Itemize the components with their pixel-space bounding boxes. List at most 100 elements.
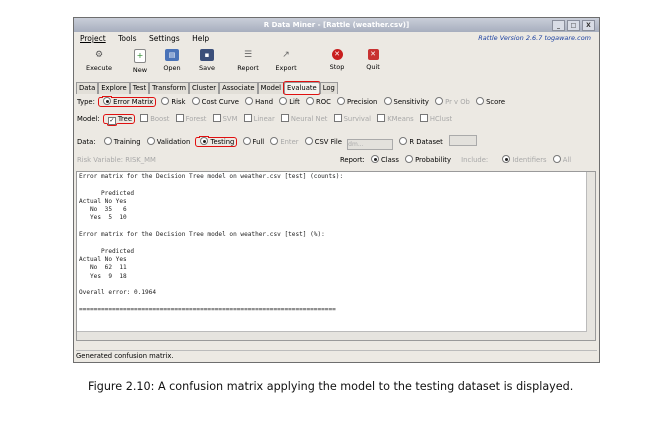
model-option-label: HClust: [429, 115, 453, 123]
data-label: Data:: [77, 138, 96, 146]
maximize-button[interactable]: □: [567, 20, 580, 31]
export-button[interactable]: ↗ Export: [270, 47, 302, 72]
data-validation-radio[interactable]: [146, 137, 155, 145]
include-option-label: All: [562, 156, 572, 164]
horizontal-scrollbar[interactable]: [77, 331, 587, 340]
menu-settings[interactable]: Settings: [149, 34, 180, 43]
stop-icon: ✕: [331, 49, 343, 60]
report-button[interactable]: ☰ Report: [232, 47, 264, 72]
new-button[interactable]: + New: [128, 47, 152, 74]
model-row: Model: ✓ Tree Boost Forest SVM Linear Neu…: [77, 114, 452, 125]
type-cost-curve-radio[interactable]: [191, 97, 200, 105]
title-bar: R Data Miner - [Rattle (weather.csv)] _ …: [74, 18, 599, 32]
data-option-label: CSV File: [314, 138, 342, 146]
quit-button[interactable]: ✕ Quit: [360, 47, 386, 71]
status-bar: Generated confusion matrix.: [76, 350, 597, 362]
model-option-label: Tree: [117, 115, 133, 123]
execute-button[interactable]: ⚙ Execute: [82, 47, 116, 72]
menu-help[interactable]: Help: [192, 34, 209, 43]
type-prvob-radio[interactable]: [435, 97, 444, 105]
menu-tools[interactable]: Tools: [118, 34, 136, 43]
data-full-radio[interactable]: [242, 137, 251, 145]
type-error-matrix[interactable]: Error Matrix: [98, 97, 157, 107]
radio-icon: [103, 97, 112, 105]
model-survival-checkbox[interactable]: [333, 114, 342, 122]
model-neural-net-checkbox[interactable]: [280, 114, 289, 122]
radio-icon: [200, 137, 209, 145]
model-forest-checkbox[interactable]: [175, 114, 184, 122]
model-label: Model:: [77, 115, 100, 123]
report-probability-radio[interactable]: [405, 155, 414, 163]
csv-file-chooser[interactable]: dm...: [347, 139, 394, 150]
include-all-radio[interactable]: [552, 155, 561, 163]
tab-transform[interactable]: Transform: [149, 82, 189, 94]
data-option-label: R Dataset: [409, 138, 443, 146]
model-hclust-checkbox[interactable]: [419, 114, 428, 122]
version-link[interactable]: Rattle Version 2.6.7 togaware.com: [478, 32, 591, 45]
type-score-radio[interactable]: [476, 97, 485, 105]
type-hand-radio[interactable]: [245, 97, 254, 105]
tab-test[interactable]: Test: [129, 82, 150, 94]
output-text: Error matrix for the Decision Tree model…: [79, 173, 344, 313]
tab-cluster[interactable]: Cluster: [188, 82, 220, 94]
type-option-label: ROC: [316, 98, 331, 106]
save-button[interactable]: ▪ Save: [194, 47, 220, 72]
report-option-label: Probability: [415, 156, 451, 164]
model-option-label: Linear: [253, 115, 275, 123]
data-csv-radio[interactable]: [304, 137, 313, 145]
quit-label: Quit: [366, 63, 380, 71]
type-option-label: Cost Curve: [201, 98, 239, 106]
type-risk-radio[interactable]: [161, 97, 170, 105]
minimize-button[interactable]: _: [552, 20, 565, 31]
tab-evaluate[interactable]: Evaluate: [283, 81, 321, 95]
model-svm-checkbox[interactable]: [212, 114, 221, 122]
type-option-label: Pr v Ob: [445, 98, 470, 106]
menu-bar: Project Tools Settings Help Rattle Versi…: [74, 32, 599, 45]
export-label: Export: [275, 64, 297, 72]
data-enter-radio[interactable]: [270, 137, 279, 145]
type-roc-radio[interactable]: [306, 97, 315, 105]
window-title: R Data Miner - [Rattle (weather.csv)]: [263, 21, 410, 29]
stop-button[interactable]: ✕ Stop: [324, 47, 350, 71]
report-group: Report: Class Probability Include: Ident…: [340, 155, 571, 166]
tab-data[interactable]: Data: [76, 82, 99, 94]
vertical-scrollbar[interactable]: [586, 172, 595, 340]
tab-explore[interactable]: Explore: [98, 82, 130, 94]
output-textview[interactable]: Error matrix for the Decision Tree model…: [76, 171, 596, 341]
type-option-label: Sensitivity: [393, 98, 429, 106]
data-rdataset-radio[interactable]: [399, 137, 408, 145]
quit-icon: ✕: [367, 49, 379, 60]
model-boost-checkbox[interactable]: [140, 114, 149, 122]
tab-model[interactable]: Model: [257, 82, 285, 94]
data-testing-radio[interactable]: Testing: [195, 137, 238, 147]
model-option-label: Neural Net: [290, 115, 328, 123]
model-option-label: SVM: [222, 115, 238, 123]
data-option-label: Testing: [210, 138, 235, 146]
type-option-label: Score: [486, 98, 506, 106]
type-precision-radio[interactable]: [337, 97, 346, 105]
data-training-radio[interactable]: [103, 137, 112, 145]
type-sensitivity-radio[interactable]: [383, 97, 392, 105]
report-class-radio[interactable]: [371, 155, 379, 163]
include-identifiers-radio[interactable]: [502, 155, 511, 163]
model-tree-checkbox[interactable]: ✓ Tree: [102, 114, 136, 125]
model-linear-checkbox[interactable]: [243, 114, 252, 122]
close-button[interactable]: X: [582, 20, 595, 31]
stop-label: Stop: [329, 63, 345, 71]
tab-associate[interactable]: Associate: [219, 82, 258, 94]
type-lift-radio[interactable]: [279, 97, 288, 105]
open-button[interactable]: ▤ Open: [158, 47, 186, 72]
model-option-label: Survival: [343, 115, 372, 123]
report-option-label: Class: [381, 156, 399, 164]
type-option-label: Lift: [289, 98, 300, 106]
type-option-label: Hand: [255, 98, 274, 106]
data-option-label: Enter: [280, 138, 299, 146]
rattle-window: R Data Miner - [Rattle (weather.csv)] _ …: [73, 17, 600, 363]
model-kmeans-checkbox[interactable]: [377, 114, 386, 122]
type-label: Type:: [77, 98, 95, 106]
tab-log[interactable]: Log: [319, 82, 338, 94]
toolbar: ⚙ Execute + New ▤ Open ▪ Save ☰ Report ↗…: [74, 45, 599, 81]
rdataset-combo[interactable]: [449, 135, 478, 146]
document-icon: ☰: [243, 50, 253, 60]
menu-project[interactable]: Project: [80, 34, 106, 43]
